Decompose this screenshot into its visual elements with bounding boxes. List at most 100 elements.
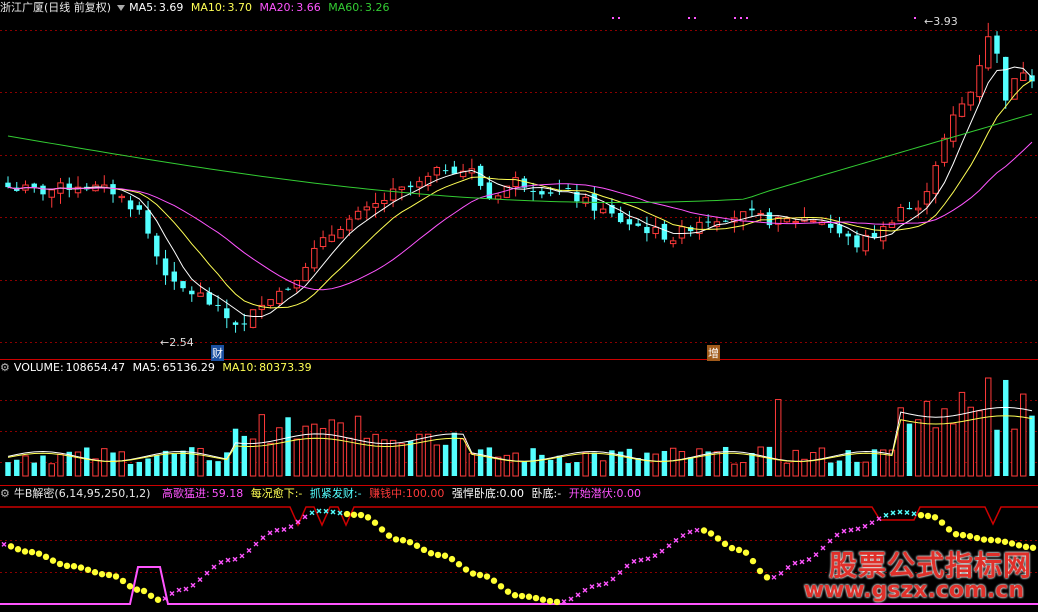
high-price-marker: ←3.93: [924, 15, 958, 28]
gear-icon[interactable]: ⚙: [0, 361, 10, 374]
qianghan-label: 强悍卧底:: [451, 487, 500, 500]
volume-bar: [976, 410, 983, 477]
zhuanqian-value: 100.00: [405, 487, 445, 500]
volume-bar: [302, 425, 309, 477]
volume-bar: [669, 447, 677, 477]
volume-bar: [381, 439, 388, 477]
event-tag-increase[interactable]: 增: [707, 345, 720, 361]
volume-label: VOLUME:: [13, 361, 64, 374]
volume-bar: [189, 447, 195, 476]
volume-bar: [276, 427, 283, 477]
indicator-dot: [714, 535, 722, 542]
volume-bar: [1020, 393, 1027, 477]
candle-body: [967, 91, 974, 106]
volume-bar: [311, 423, 318, 477]
candle-body: [565, 188, 571, 190]
candle-body: [827, 223, 834, 228]
ma5-label: MA5:: [129, 1, 157, 14]
indicator-dot: [483, 573, 491, 580]
candle-body: [958, 103, 966, 117]
volume-bar: [854, 461, 860, 476]
indicator-dot: [938, 519, 946, 526]
dropdown-triangle-icon[interactable]: [117, 4, 126, 11]
indicator-dot: [707, 530, 715, 537]
candle-body: [530, 190, 536, 192]
volume-bar: [494, 456, 502, 477]
volume-value: 108654.47: [65, 361, 126, 374]
volume-bar: [757, 446, 764, 477]
candle-body: [354, 210, 362, 220]
signal-dot: [618, 17, 620, 19]
indicator-dot: [42, 553, 50, 561]
indicator-name[interactable]: 牛B解密: [14, 487, 55, 500]
signal-dot: [740, 17, 742, 19]
indicator-dot: [476, 571, 484, 579]
indicator-dot: [14, 546, 22, 553]
indicator-dot: [987, 536, 995, 544]
indicator-dot: [413, 542, 421, 549]
indicator-dot: [700, 527, 708, 534]
volume-bar: [145, 458, 151, 476]
volume-bar: [862, 461, 869, 477]
indicator-dot: [357, 511, 365, 519]
volume-bar: [792, 449, 799, 477]
candle-body: [897, 206, 904, 222]
volume-bar: [766, 446, 773, 476]
indicator-dot: [504, 588, 512, 595]
ma5-line: [7, 66, 1033, 318]
volume-bar: [486, 447, 493, 476]
candle-body: [162, 258, 169, 276]
indicator-dot: [140, 587, 148, 595]
indicator-dot: [84, 566, 92, 573]
candle-body: [249, 309, 257, 328]
candle-body: [705, 221, 711, 223]
chart-canvas[interactable]: [0, 0, 1038, 608]
wodi-value: -: [557, 487, 562, 500]
candle-body: [311, 247, 318, 269]
indicator-dot: [532, 594, 540, 602]
stock-name[interactable]: 浙江广厦(日线 前复权): [0, 1, 111, 14]
indicator-dot: [126, 583, 134, 590]
candle-body: [136, 205, 142, 210]
volume-bar: [22, 455, 29, 477]
meikuang-value: -: [298, 487, 303, 500]
indicator-dot: [28, 548, 36, 556]
event-tag-finance[interactable]: 财: [211, 345, 224, 361]
indicator-dot: [525, 593, 533, 600]
indicator-dot: [448, 555, 456, 563]
candle-body: [154, 235, 160, 257]
indicator-dot: [434, 551, 442, 559]
candle-body: [363, 206, 371, 211]
volume-bar: [1003, 379, 1009, 476]
volume-bar: [626, 448, 633, 476]
gear-icon[interactable]: ⚙: [0, 487, 10, 500]
volume-bar: [354, 415, 362, 477]
vol-ma5-label: MA5:: [132, 361, 161, 374]
volume-bar: [739, 462, 747, 477]
candle-body: [539, 191, 545, 195]
indicator-dot: [497, 583, 505, 590]
volume-bar: [556, 455, 563, 476]
candle-body: [669, 240, 677, 245]
indicator-dot: [406, 538, 414, 546]
volume-bar: [565, 463, 571, 476]
indicator-dot: [735, 546, 743, 554]
indicator-dot: [371, 519, 379, 526]
stock-chart-window: 浙江广厦(日线 前复权) MA5: 3.69 MA10: 3.70 MA20: 3.66…: [0, 0, 1038, 608]
candle-body: [398, 186, 406, 191]
candle-body: [1003, 56, 1009, 101]
candle-body: [389, 188, 397, 201]
watermark-url: www.gszx.com.cn: [803, 578, 1024, 603]
candle-body: [547, 192, 554, 194]
candle-body: [494, 195, 502, 200]
volume-bar: [635, 457, 641, 476]
volume-bar: [932, 427, 939, 477]
volume-bar: [941, 408, 948, 477]
candle-body: [189, 290, 195, 295]
candle-body: [915, 207, 922, 211]
candle-body: [1020, 72, 1027, 81]
indicator-dot: [441, 552, 449, 559]
indicator-dot: [112, 573, 120, 580]
volume-bar: [994, 429, 1000, 476]
volume-bar: [915, 419, 922, 477]
